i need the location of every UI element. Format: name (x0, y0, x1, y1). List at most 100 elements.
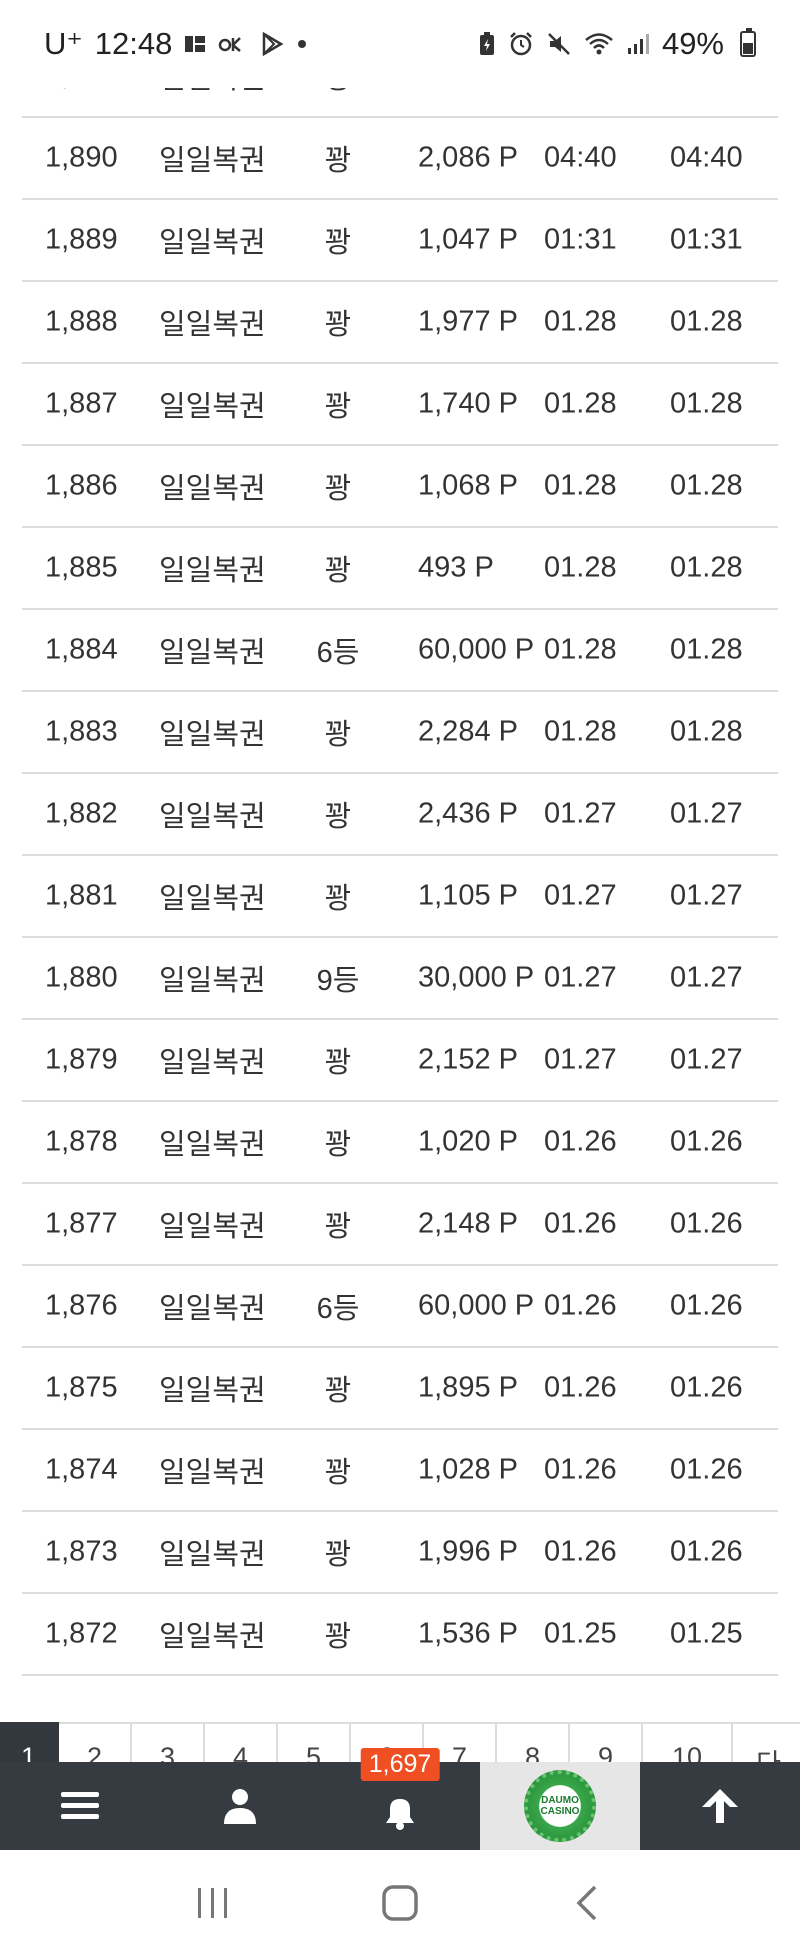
row-points: 1,047 P (418, 223, 518, 256)
row-number: 1,875 (45, 1371, 118, 1404)
page-button-2[interactable]: 2 (59, 1722, 132, 1762)
row-result: 6등 (316, 1293, 360, 1325)
row-date: 01.26 (544, 1535, 617, 1568)
row-game-name: 일일복권 (159, 1621, 266, 1653)
bell-icon (386, 1799, 414, 1830)
row-date: 01.27 (544, 797, 617, 830)
notification-badge: 1,697 (360, 1748, 440, 1781)
table-row: 1,884 일일복권 6등 60,000 P 01.28 01.28 (22, 610, 778, 692)
row-game-name: 일일복권 (159, 391, 266, 423)
table-row: 1,886 일일복권 꽝 1,068 P 01.28 01.28 (22, 446, 778, 528)
row-date-paid: 01.26 (670, 1371, 743, 1404)
row-points: 1,895 P (418, 1371, 518, 1404)
table-row: 1,874 일일복권 꽝 1,028 P 01.26 01.26 (22, 1430, 778, 1512)
row-date: 01.28 (544, 305, 617, 338)
notifications-button[interactable]: 1,697 (320, 1748, 480, 1850)
daumo-casino-logo: DAUMO CASINO (524, 1770, 596, 1842)
table-row: 1,877 일일복권 꽝 2,148 P 01.26 01.26 (22, 1184, 778, 1266)
mute-icon (546, 31, 572, 57)
row-number: 1,877 (45, 1207, 118, 1240)
logo-line1: DAUMO (541, 1795, 579, 1806)
row-game-name: 일일복권 (159, 719, 266, 751)
casino-logo-button[interactable]: DAUMO CASINO (480, 1762, 640, 1850)
row-number: 1,885 (45, 551, 118, 584)
row-game-name: 일일복권 (159, 309, 266, 341)
row-points: 1,977 P (418, 305, 518, 338)
battery-saver-icon (478, 31, 496, 57)
table-row: 1,872 일일복권 꽝 1,536 P 01.25 01.25 (22, 1594, 778, 1676)
table-row: 1,878 일일복권 꽝 1,020 P 01.26 01.26 (22, 1102, 778, 1184)
table-row: 1,875 일일복권 꽝 1,895 P 01.26 01.26 (22, 1348, 778, 1430)
page-button-5[interactable]: 5 (278, 1722, 351, 1762)
row-points: 2,436 P (418, 797, 518, 830)
row-points: 2,086 P (418, 141, 518, 174)
row-points: 30,000 P (418, 961, 535, 994)
row-points: 1,068 P (418, 469, 518, 502)
row-date: 04:40 (544, 141, 617, 174)
row-number: 1,880 (45, 961, 118, 994)
row-date-paid: 01.28 (670, 633, 743, 666)
row-game-name: 일일복권 (159, 227, 266, 259)
bottom-app-bar: 1,697 DAUMO CASINO (0, 1748, 800, 1850)
row-result: 꽝 (324, 145, 352, 177)
row-points: 1,740 P (418, 387, 518, 420)
row-result: 꽝 (324, 473, 352, 505)
back-button[interactable] (557, 1873, 617, 1933)
row-date-paid: 01.27 (670, 961, 743, 994)
table-row: 1,881 일일복권 꽝 1,105 P 01.27 01.27 (22, 856, 778, 938)
row-result: 꽝 (324, 1539, 352, 1571)
logo-line2: CASINO (540, 1806, 580, 1817)
signal-icon (626, 32, 650, 56)
row-result: 꽝 (324, 227, 352, 259)
row-game-name: 일일복권 (159, 883, 266, 915)
page-button-11[interactable]: 다 (733, 1722, 800, 1762)
row-date-paid: 01.26 (670, 1207, 743, 1240)
page-button-4[interactable]: 4 (205, 1722, 278, 1762)
row-result: 9등 (316, 965, 360, 997)
dot-icon (296, 38, 308, 50)
row-result: 꽝 (324, 1457, 352, 1489)
status-time: 12:48 (94, 26, 173, 61)
row-date-paid: 01.28 (670, 305, 743, 338)
arrow-up-icon (702, 1789, 738, 1823)
row-date: 01.26 (544, 1289, 617, 1322)
user-icon (224, 1789, 256, 1824)
scroll-top-button[interactable] (640, 1762, 800, 1850)
row-result: 꽝 (324, 309, 352, 341)
page-button-10[interactable]: 10 (643, 1722, 733, 1762)
row-points: 1,028 P (418, 1453, 518, 1486)
row-game-name: 일일복권 (159, 1129, 266, 1161)
row-date: 01.26 (544, 1453, 617, 1486)
row-result: 꽝 (324, 719, 352, 751)
row-result: 꽝 (324, 801, 352, 833)
row-number: 1,888 (45, 305, 118, 338)
row-game-name: 일일복권 (159, 1457, 266, 1489)
profile-button[interactable] (160, 1762, 320, 1850)
row-game-name: 일일복권 (159, 1539, 266, 1571)
table-row: 1,880 일일복권 9등 30,000 P 01.27 01.27 (22, 938, 778, 1020)
row-game-name: 일일복권 (159, 1211, 266, 1243)
row-date: 01.28 (544, 715, 617, 748)
row-number: 1,884 (45, 633, 118, 666)
row-result: 꽝 (324, 1129, 352, 1161)
home-icon (382, 1885, 418, 1921)
page-button-3[interactable]: 3 (132, 1722, 205, 1762)
row-date-paid: 01.26 (670, 1289, 743, 1322)
row-date-paid: 01.26 (670, 1125, 743, 1158)
row-points: 1,996 P (418, 1535, 518, 1568)
recent-apps-button[interactable] (183, 1873, 243, 1933)
page-button-8[interactable]: 8 (497, 1722, 570, 1762)
menu-button[interactable] (0, 1762, 160, 1850)
home-button[interactable] (370, 1873, 430, 1933)
back-icon (576, 1885, 596, 1921)
row-points: 2,152 P (418, 1043, 518, 1076)
page-button-1[interactable]: 1 (0, 1722, 59, 1762)
table-row: 1,890 일일복권 꽝 2,086 P 04:40 04:40 (22, 118, 778, 200)
row-result: 꽝 (324, 555, 352, 587)
row-date-paid: 01.28 (670, 715, 743, 748)
row-game-name: 일일복권 (159, 1293, 266, 1325)
battery-percent: 49% (661, 26, 724, 61)
row-number: 1,879 (45, 1043, 118, 1076)
table-row: 1,873 일일복권 꽝 1,996 P 01.26 01.26 (22, 1512, 778, 1594)
page-button-9[interactable]: 9 (570, 1722, 643, 1762)
